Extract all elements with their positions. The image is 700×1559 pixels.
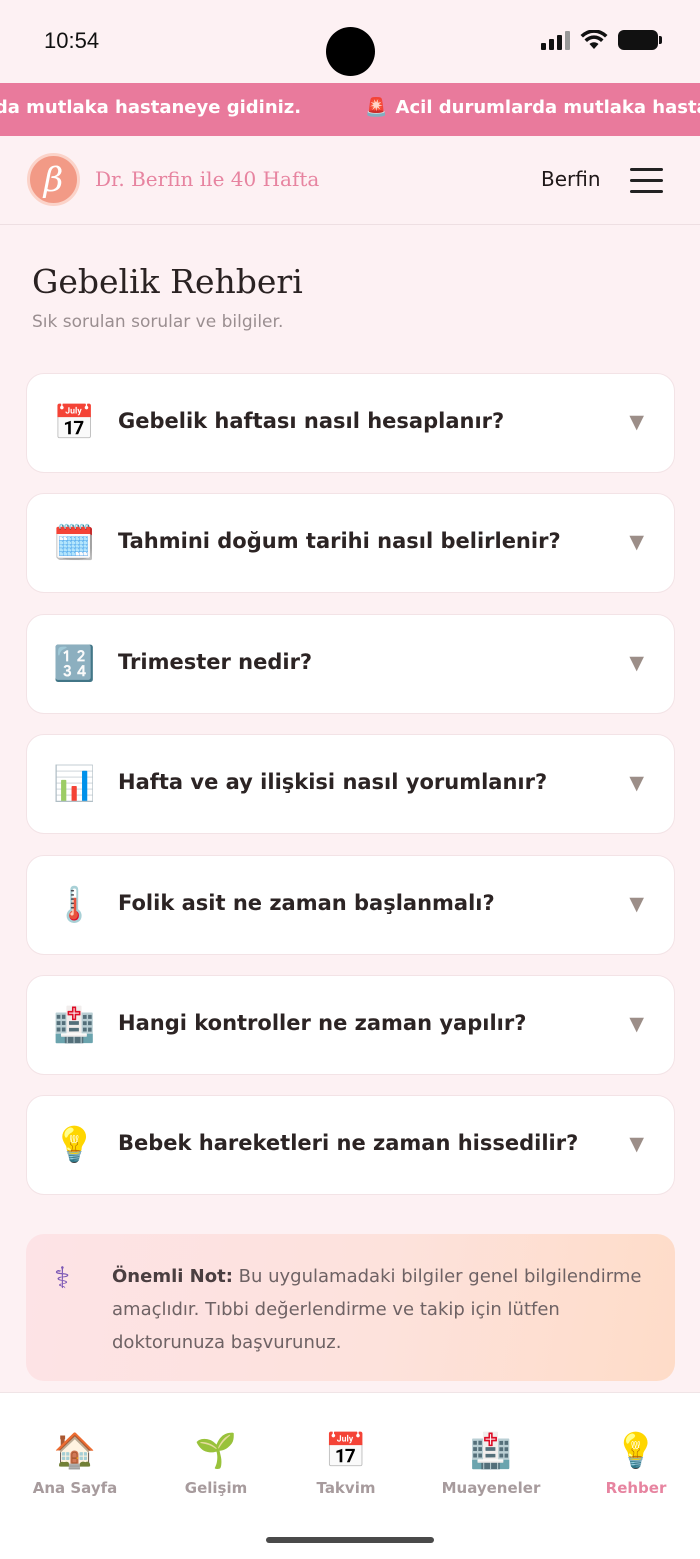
faq-item-trimester[interactable]: 🔢 Trimester nedir? ▼ <box>26 613 675 714</box>
hospital-icon: 🏥 <box>53 1004 96 1045</box>
chevron-down-icon[interactable]: ▼ <box>629 772 644 794</box>
faq-question: Tahmini doğum tarihi nasıl belirlenir? <box>118 529 561 554</box>
user-name[interactable]: Berfin <box>541 167 601 191</box>
chevron-down-icon[interactable]: ▼ <box>629 411 644 433</box>
nav-item-development[interactable]: 🌱 Gelişim <box>156 1431 276 1497</box>
calendar-icon: 📅 <box>53 403 96 443</box>
faq-item-week-calculation[interactable]: 📅 Gebelik haftası nasıl hesaplanır? ▼ <box>26 373 675 473</box>
nav-item-home[interactable]: 🏠 Ana Sayfa <box>15 1431 135 1497</box>
faq-question: Gebelik haftası nasıl hesaplanır? <box>118 409 505 433</box>
alert-text-partial: rda mutlaka hastaneye gidiniz. <box>0 97 302 118</box>
nav-label: Muayeneler <box>441 1479 541 1497</box>
lightbulb-icon: 💡 <box>614 1431 658 1471</box>
bottom-nav: 🏠 Ana Sayfa 🌱 Gelişim 📅 Takvim 🏥 Muayene… <box>0 1392 700 1559</box>
chevron-down-icon[interactable]: ▼ <box>629 652 644 674</box>
nav-item-examinations[interactable]: 🏥 Muayeneler <box>431 1431 551 1497</box>
alert-track: rda mutlaka hastaneye gidiniz. 🚨 Acil du… <box>0 97 700 118</box>
chevron-down-icon[interactable]: ▼ <box>629 893 644 915</box>
faq-question: Hangi kontroller ne zaman yapılır? <box>118 1010 527 1035</box>
battery-icon <box>618 30 662 50</box>
hamburger-menu-icon[interactable] <box>630 166 664 194</box>
faq-item-checkups[interactable]: 🏥 Hangi kontroller ne zaman yapılır? ▼ <box>26 974 675 1075</box>
faq-list: 📅 Gebelik haftası nasıl hesaplanır? ▼ 🗓️… <box>26 373 675 1216</box>
faq-question: Bebek hareketleri ne zaman hissedilir? <box>118 1131 579 1156</box>
nav-label: Ana Sayfa <box>32 1479 118 1497</box>
home-indicator <box>266 1537 434 1543</box>
seedling-icon: 🌱 <box>194 1431 238 1471</box>
alert-text: 🚨 Acil durumlarda mutlaka hastaneye gidi… <box>365 97 700 118</box>
medical-caduceus-icon: ⚕ <box>54 1261 71 1296</box>
brand-logo[interactable]: β <box>27 153 80 206</box>
calendar-icon: 📅 <box>324 1431 368 1471</box>
nav-item-calendar[interactable]: 📅 Takvim <box>286 1431 406 1497</box>
app-header: β Dr. Berfin ile 40 Hafta Berfin <box>0 136 700 225</box>
faq-item-folic-acid[interactable]: 🌡️ Folik asit ne zaman başlanmalı? ▼ <box>26 854 675 955</box>
brand-name: Dr. Berfin ile 40 Hafta <box>95 167 320 191</box>
nav-item-guide[interactable]: 💡 Rehber <box>576 1431 696 1497</box>
note-label: Önemli Not: <box>112 1266 233 1287</box>
chevron-down-icon[interactable]: ▼ <box>629 531 644 553</box>
spiral-calendar-icon: 🗓️ <box>53 523 96 564</box>
faq-question: Hafta ve ay ilişkisi nasıl yorumlanır? <box>118 770 548 795</box>
hospital-icon: 🏥 <box>469 1431 513 1471</box>
alert-banner: rda mutlaka hastaneye gidiniz. 🚨 Acil du… <box>0 83 700 136</box>
nav-label: Rehber <box>605 1479 667 1497</box>
page-title: Gebelik Rehberi <box>32 262 303 301</box>
wifi-icon <box>580 30 608 49</box>
status-bar: 10:54 <box>0 0 700 83</box>
status-time: 10:54 <box>44 28 100 53</box>
chevron-down-icon[interactable]: ▼ <box>629 1133 644 1155</box>
faq-item-baby-movements[interactable]: 💡 Bebek hareketleri ne zaman hissedilir?… <box>26 1095 675 1196</box>
page-subtitle: Sık sorulan sorular ve bilgiler. <box>32 312 284 332</box>
important-note: ⚕ Önemli Not: Bu uygulamadaki bilgiler g… <box>26 1234 675 1381</box>
faq-item-week-month[interactable]: 📊 Hafta ve ay ilişkisi nasıl yorumlanır?… <box>26 734 675 835</box>
house-icon: 🏠 <box>53 1431 97 1471</box>
faq-question: Folik asit ne zaman başlanmalı? <box>118 890 495 915</box>
thermometer-icon: 🌡️ <box>53 884 96 925</box>
signal-icon <box>541 30 570 50</box>
lightbulb-icon: 💡 <box>53 1125 96 1166</box>
bar-chart-icon: 📊 <box>53 764 96 805</box>
siren-icon: 🚨 <box>365 97 388 118</box>
chevron-down-icon[interactable]: ▼ <box>629 1013 644 1035</box>
camera-cutout <box>326 27 375 76</box>
faq-question: Trimester nedir? <box>118 649 313 674</box>
nav-label: Gelişim <box>184 1479 248 1497</box>
numbers-icon: 🔢 <box>53 643 96 684</box>
note-text: Önemli Not: Bu uygulamadaki bilgiler gen… <box>112 1260 652 1359</box>
faq-item-due-date[interactable]: 🗓️ Tahmini doğum tarihi nasıl belirlenir… <box>26 493 675 594</box>
status-icons <box>541 30 662 50</box>
nav-label: Takvim <box>316 1479 376 1497</box>
